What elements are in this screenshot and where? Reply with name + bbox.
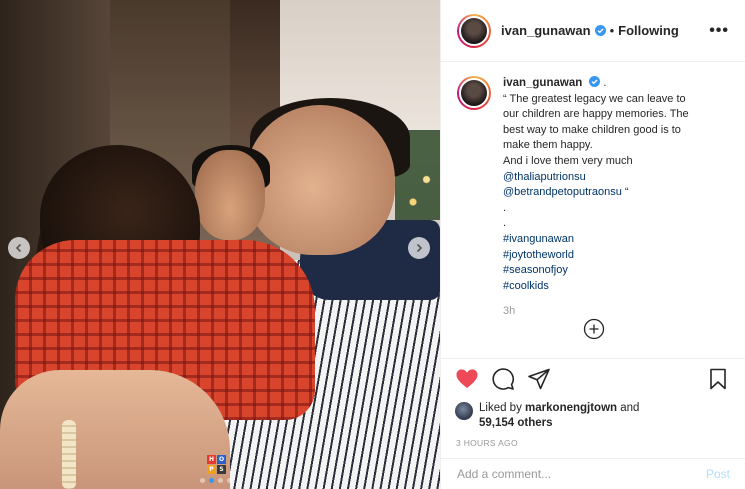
post-photo[interactable]: HOPS [0, 0, 440, 489]
carousel-prev-button[interactable] [8, 237, 30, 259]
carousel-dot [227, 478, 232, 483]
verified-badge-icon [594, 25, 606, 36]
liked-by-prefix: Liked by [479, 402, 522, 414]
caption-dot-line: . [503, 201, 507, 214]
caption-line: “ The greatest legacy we can leave to [503, 92, 686, 105]
caption-section: ivan_gunawan . “ The greatest legacy we … [441, 62, 745, 358]
carousel-dot [218, 478, 223, 483]
post-header: ivan_gunawan • Following ••• [441, 0, 745, 62]
header-separator: • [609, 23, 615, 38]
caption-author-avatar[interactable] [457, 76, 491, 110]
caption-line: And i love them very much [503, 154, 633, 167]
post-actions: Liked by markonengjtown and 59,154 other… [441, 358, 745, 448]
plus-circle-icon[interactable] [583, 318, 605, 340]
caption-line: make them happy. [503, 139, 593, 152]
chevron-left-icon [15, 243, 22, 253]
caption-username[interactable]: ivan_gunawan [503, 77, 582, 89]
author-avatar[interactable] [457, 13, 491, 48]
following-button[interactable]: Following [618, 23, 679, 38]
caption-time-ago[interactable]: 3h [503, 304, 730, 320]
photo-arm [0, 370, 230, 489]
mention-link[interactable]: @thaliaputrionsu [503, 170, 730, 186]
photo-bracelet [62, 420, 76, 489]
watermark-letter: P [207, 465, 216, 474]
verified-badge-icon [589, 76, 601, 87]
caption-line: best way to make children good is to [503, 123, 681, 136]
caption-dot-line: . [503, 217, 507, 230]
liker-username[interactable]: markonengjtown [525, 402, 617, 414]
caption-dot: . [603, 77, 607, 89]
hashtag-link[interactable]: #ivangunawan [503, 232, 730, 248]
hashtag-link[interactable]: #seasonofjoy [503, 263, 730, 279]
watermark-letter: O [217, 455, 226, 464]
author-username[interactable]: ivan_gunawan [501, 23, 591, 38]
post-timestamp[interactable]: 3 HOURS AGO [456, 438, 730, 448]
chevron-right-icon [416, 243, 423, 253]
liked-by-and: and [620, 402, 640, 414]
hashtag-link[interactable]: #joytotheworld [503, 248, 730, 264]
liker-avatar[interactable] [455, 402, 473, 420]
carousel-dot [200, 478, 205, 483]
likes-count[interactable]: 59,154 others [479, 417, 553, 429]
post-side-panel: ivan_gunawan • Following ••• ivan_gunawa… [440, 0, 745, 489]
carousel-next-button[interactable] [408, 237, 430, 259]
carousel-dots [200, 478, 232, 483]
comment-icon[interactable] [491, 367, 515, 391]
heart-icon[interactable] [455, 367, 479, 391]
watermark-letter: H [207, 455, 216, 464]
carousel-dot [209, 478, 214, 483]
likes-summary: Liked by markonengjtown and 59,154 other… [455, 401, 730, 430]
hashtag-link[interactable]: #coolkids [503, 279, 730, 295]
comment-bar: Post [441, 458, 745, 489]
hops-watermark-logo: HOPS [207, 455, 233, 477]
caption-text: ivan_gunawan . “ The greatest legacy we … [503, 76, 730, 320]
bookmark-icon[interactable] [706, 367, 730, 391]
post-comment-button[interactable]: Post [706, 467, 730, 481]
more-options-icon[interactable]: ••• [709, 22, 729, 40]
caption-line: our children are happy memories. The [503, 108, 689, 121]
comment-input[interactable] [457, 467, 706, 481]
photo-boy-face [195, 150, 265, 240]
mention-link[interactable]: @betrandpetoputraonsu “ [503, 185, 730, 201]
paper-plane-icon[interactable] [527, 367, 551, 391]
watermark-letter: S [217, 465, 226, 474]
